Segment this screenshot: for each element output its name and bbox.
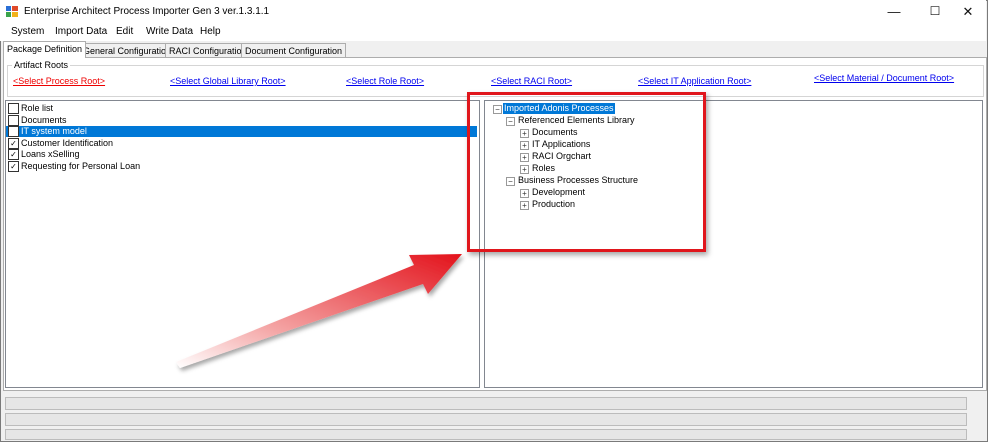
- select-role-root-link[interactable]: <Select Role Root>: [346, 76, 424, 86]
- checkbox-checked[interactable]: ✓: [8, 138, 19, 149]
- select-it-application-root-link[interactable]: <Select IT Application Root>: [638, 76, 751, 86]
- menu-import-data[interactable]: Import Data: [55, 26, 107, 37]
- progress-bar-secondary: [5, 413, 967, 426]
- list-item[interactable]: ✓ Requesting for Personal Loan: [6, 161, 477, 172]
- menu-edit[interactable]: Edit: [116, 26, 133, 37]
- list-item-label: Requesting for Personal Loan: [21, 161, 141, 171]
- select-global-library-root-link[interactable]: <Select Global Library Root>: [170, 76, 286, 86]
- checkbox[interactable]: [8, 126, 19, 137]
- artifact-roots-label: Artifact Roots: [12, 60, 71, 70]
- menu-system[interactable]: System: [11, 26, 44, 37]
- annotation-highlight-box: [467, 92, 706, 252]
- list-item-label: Loans xSelling: [21, 149, 80, 159]
- menu-help[interactable]: Help: [200, 26, 221, 37]
- tab-document-configuration[interactable]: Document Configuration: [241, 43, 347, 58]
- select-material-document-root-link[interactable]: <Select Material / Document Root>: [814, 73, 954, 83]
- tab-package-definition[interactable]: Package Definition: [3, 41, 87, 58]
- menu-bar: System Import Data Edit Write Data Help: [0, 23, 986, 41]
- list-item-label: Documents: [21, 115, 67, 125]
- checkbox-checked[interactable]: ✓: [8, 149, 19, 160]
- app-icon: [6, 6, 18, 17]
- list-item[interactable]: Role list: [6, 103, 477, 114]
- menu-write-data[interactable]: Write Data: [146, 26, 193, 37]
- select-raci-root-link[interactable]: <Select RACI Root>: [491, 76, 572, 86]
- list-item[interactable]: ✓ Loans xSelling: [6, 149, 477, 160]
- tab-general-configuration[interactable]: General Configuration: [79, 43, 176, 58]
- close-button[interactable]: ✕: [948, 0, 988, 23]
- tab-raci-configuration[interactable]: RACI Configuration: [165, 43, 251, 58]
- list-item-selected[interactable]: IT system model: [6, 126, 477, 137]
- list-item[interactable]: Documents: [6, 115, 477, 126]
- package-checklist[interactable]: Role list Documents IT system model ✓ Cu…: [5, 100, 480, 388]
- window-title: Enterprise Architect Process Importer Ge…: [24, 6, 270, 17]
- list-item-label: IT system model: [21, 126, 87, 136]
- select-process-root-link[interactable]: <Select Process Root>: [13, 76, 105, 86]
- list-item[interactable]: ✓ Customer Identification: [6, 138, 477, 149]
- title-bar: Enterprise Architect Process Importer Ge…: [0, 0, 986, 23]
- list-item-label: Role list: [21, 103, 54, 113]
- checkbox-checked[interactable]: ✓: [8, 161, 19, 172]
- progress-bar-primary: [5, 397, 967, 410]
- list-item-label: Customer Identification: [21, 138, 114, 148]
- progress-bar-tertiary: [5, 429, 967, 440]
- checkbox[interactable]: [8, 103, 19, 114]
- checkbox[interactable]: [8, 115, 19, 126]
- minimize-button[interactable]: —: [874, 0, 914, 23]
